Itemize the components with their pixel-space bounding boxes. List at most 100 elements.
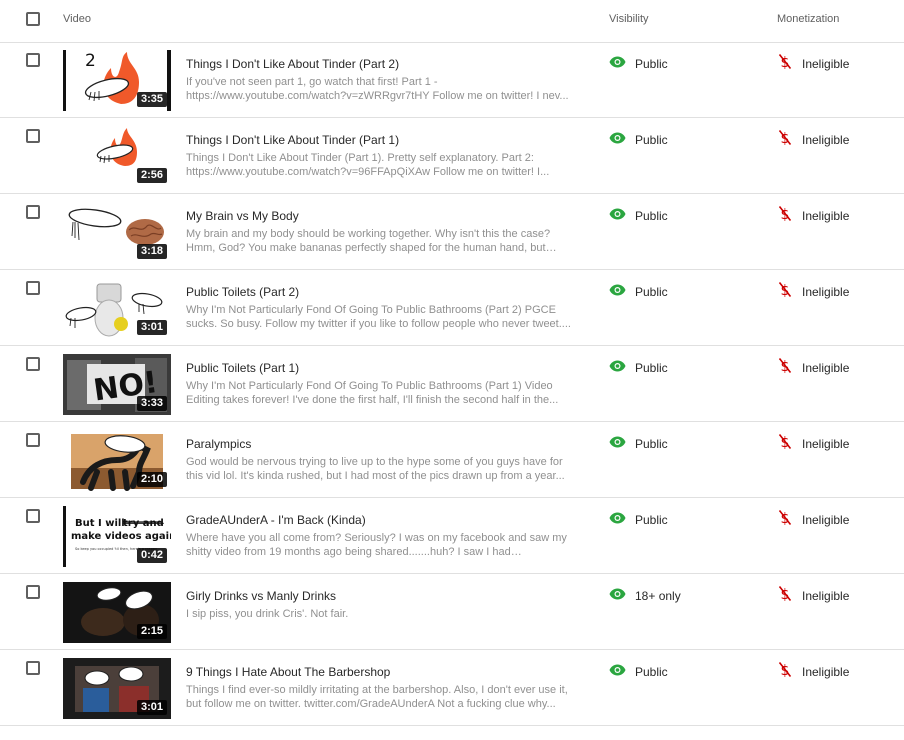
video-duration: 3:33 bbox=[136, 396, 167, 411]
visibility-label: Public bbox=[635, 209, 668, 223]
table-row[interactable]: 3:18 My Brain vs My Body My brain and my… bbox=[0, 194, 904, 270]
row-checkbox[interactable] bbox=[26, 585, 40, 599]
dollar-off-icon: $ bbox=[778, 205, 792, 227]
visibility-label: Public bbox=[635, 513, 668, 527]
visibility-cell[interactable]: Public bbox=[609, 663, 668, 681]
row-checkbox[interactable] bbox=[26, 281, 40, 295]
row-checkbox[interactable] bbox=[26, 129, 40, 143]
table-row[interactable]: But I will try and make videos again So … bbox=[0, 498, 904, 574]
video-duration: 3:01 bbox=[136, 320, 167, 335]
video-description: Why I'm Not Particularly Fond Of Going T… bbox=[186, 380, 559, 406]
row-checkbox[interactable] bbox=[26, 509, 40, 523]
table-row[interactable]: 2 3:35 Things I Don't Like About Tinder … bbox=[0, 42, 904, 118]
header-visibility: Visibility bbox=[609, 13, 649, 25]
svg-text:2: 2 bbox=[85, 51, 96, 71]
video-title[interactable]: My Brain vs My Body bbox=[186, 209, 299, 223]
video-thumbnail[interactable]: But I will try and make videos again So … bbox=[63, 506, 171, 567]
eye-icon bbox=[609, 435, 626, 453]
visibility-label: Public bbox=[635, 57, 668, 71]
monetization-cell[interactable]: $ Ineligible bbox=[778, 585, 850, 607]
video-duration: 3:01 bbox=[136, 700, 167, 715]
video-title[interactable]: GradeAUnderA - I'm Back (Kinda) bbox=[186, 513, 366, 527]
visibility-cell[interactable]: Public bbox=[609, 435, 668, 453]
monetization-label: Ineligible bbox=[802, 513, 850, 527]
monetization-label: Ineligible bbox=[802, 361, 850, 375]
table-row[interactable]: 2:15 Girly Drinks vs Manly Drinks I sip … bbox=[0, 574, 904, 650]
video-title[interactable]: Things I Don't Like About Tinder (Part 1… bbox=[186, 133, 399, 147]
video-title[interactable]: Paralympics bbox=[186, 437, 251, 451]
video-thumbnail[interactable]: 3:18 bbox=[63, 202, 171, 263]
video-description: If you've not seen part 1, go watch that… bbox=[186, 76, 569, 102]
monetization-cell[interactable]: $ Ineligible bbox=[778, 281, 849, 303]
visibility-cell[interactable]: Public bbox=[609, 131, 668, 149]
dollar-off-icon: $ bbox=[778, 357, 792, 379]
visibility-cell[interactable]: Public bbox=[609, 207, 668, 225]
video-duration: 2:10 bbox=[136, 472, 167, 487]
eye-icon bbox=[609, 55, 626, 73]
svg-text:try and: try and bbox=[123, 518, 164, 529]
row-checkbox[interactable] bbox=[26, 357, 40, 371]
video-title[interactable]: Things I Don't Like About Tinder (Part 2… bbox=[186, 57, 399, 71]
monetization-cell[interactable]: $ Ineligible bbox=[778, 53, 849, 75]
video-title[interactable]: Girly Drinks vs Manly Drinks bbox=[186, 589, 336, 603]
visibility-cell[interactable]: Public bbox=[609, 283, 668, 301]
dollar-off-icon: $ bbox=[778, 585, 792, 607]
table-row[interactable]: 3:01 9 Things I Hate About The Barbersho… bbox=[0, 650, 904, 726]
svg-text:make videos again: make videos again bbox=[71, 531, 171, 542]
eye-icon bbox=[609, 511, 626, 529]
table-row[interactable]: 2:10 Paralympics God would be nervous tr… bbox=[0, 422, 904, 498]
table-header: Video Visibility Monetization bbox=[0, 0, 904, 43]
row-checkbox[interactable] bbox=[26, 433, 40, 447]
video-thumbnail[interactable]: 2:56 bbox=[63, 126, 171, 187]
visibility-cell[interactable]: Public bbox=[609, 55, 668, 73]
table-row[interactable]: 2:56 Things I Don't Like About Tinder (P… bbox=[0, 118, 904, 194]
row-checkbox[interactable] bbox=[26, 205, 40, 219]
video-duration: 3:18 bbox=[136, 244, 167, 259]
video-thumbnail[interactable]: 2:10 bbox=[63, 430, 171, 491]
monetization-label: Ineligible bbox=[802, 589, 850, 603]
monetization-cell[interactable]: $ Ineligible bbox=[778, 205, 850, 227]
visibility-label: Public bbox=[635, 361, 668, 375]
monetization-cell[interactable]: $ Ineligible bbox=[778, 130, 849, 149]
header-monetization: Monetization bbox=[777, 13, 840, 25]
monetization-label: Ineligible bbox=[802, 209, 850, 223]
video-description: Where have you all come from? Seriously?… bbox=[186, 532, 567, 558]
monetization-cell[interactable]: $ Ineligible bbox=[778, 661, 850, 683]
visibility-cell[interactable]: Public bbox=[609, 359, 668, 377]
visibility-label: 18+ only bbox=[635, 589, 681, 603]
row-checkbox[interactable] bbox=[26, 661, 40, 675]
video-description: Things I find ever-so mildly irritating … bbox=[186, 684, 568, 710]
table-row[interactable]: 3:01 Public Toilets (Part 2) Why I'm Not… bbox=[0, 270, 904, 346]
video-duration: 0:42 bbox=[136, 548, 167, 563]
select-all-checkbox[interactable] bbox=[26, 12, 40, 26]
eye-icon bbox=[609, 207, 626, 225]
eye-icon bbox=[609, 283, 626, 301]
video-title[interactable]: Public Toilets (Part 1) bbox=[186, 361, 299, 375]
dollar-off-icon: $ bbox=[778, 661, 792, 683]
monetization-cell[interactable]: $ Ineligible bbox=[778, 357, 850, 379]
table-row[interactable]: NO! 3:33 Public Toilets (Part 1) Why I'm… bbox=[0, 346, 904, 422]
dollar-off-icon: $ bbox=[778, 281, 792, 303]
video-title[interactable]: 9 Things I Hate About The Barbershop bbox=[186, 665, 390, 679]
row-checkbox[interactable] bbox=[26, 53, 40, 67]
monetization-cell[interactable]: $ Ineligible bbox=[778, 510, 850, 529]
monetization-cell[interactable]: $ Ineligible bbox=[778, 433, 850, 455]
video-duration: 2:56 bbox=[136, 168, 167, 183]
video-description: Why I'm Not Particularly Fond Of Going T… bbox=[186, 304, 571, 330]
visibility-cell[interactable]: 18+ only bbox=[609, 587, 681, 605]
dollar-off-icon: $ bbox=[778, 53, 792, 75]
video-thumbnail[interactable]: 2:15 bbox=[63, 582, 171, 643]
video-title[interactable]: Public Toilets (Part 2) bbox=[186, 285, 299, 299]
dollar-off-icon: $ bbox=[778, 433, 792, 455]
eye-icon bbox=[609, 663, 626, 681]
video-thumbnail[interactable]: 3:01 bbox=[63, 658, 171, 719]
video-thumbnail[interactable]: 2 3:35 bbox=[63, 50, 171, 111]
video-thumbnail[interactable]: 3:01 bbox=[63, 278, 171, 339]
visibility-label: Public bbox=[635, 133, 668, 147]
video-thumbnail[interactable]: NO! 3:33 bbox=[63, 354, 171, 415]
monetization-label: Ineligible bbox=[802, 437, 850, 451]
video-duration: 3:35 bbox=[136, 92, 167, 107]
header-video: Video bbox=[63, 13, 91, 25]
visibility-cell[interactable]: Public bbox=[609, 511, 668, 529]
monetization-label: Ineligible bbox=[802, 665, 850, 679]
